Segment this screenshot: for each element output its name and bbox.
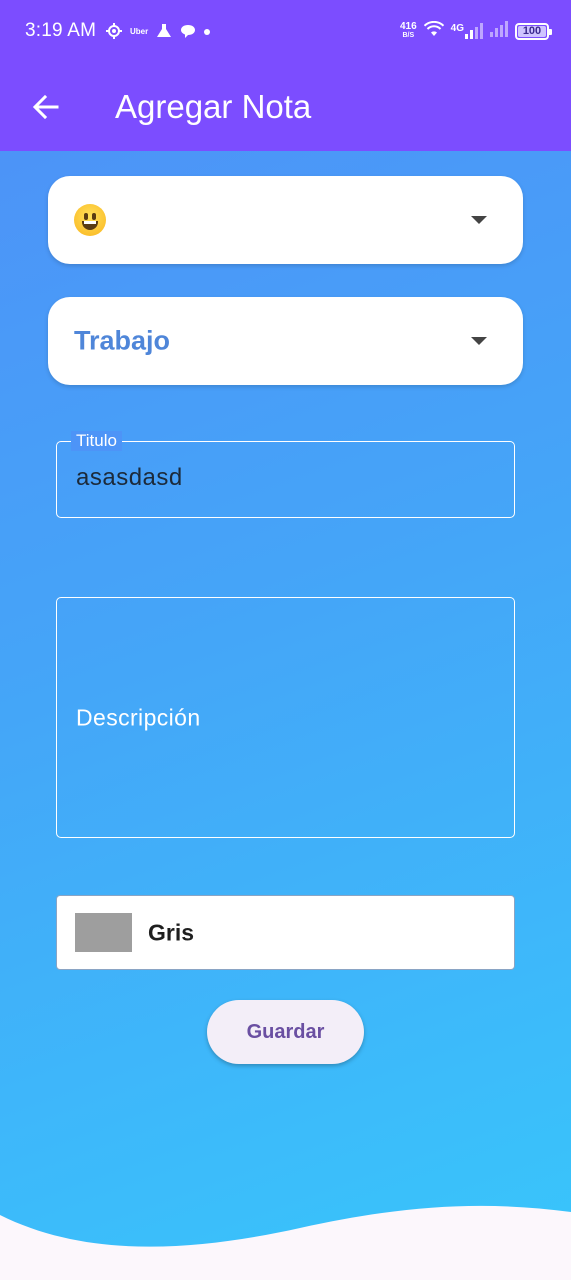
dropdown-caret-icon bbox=[471, 337, 487, 345]
cell-signal-icon: 4G bbox=[451, 23, 483, 39]
arrow-left-icon bbox=[32, 94, 59, 120]
dropdown-caret-icon bbox=[471, 216, 487, 224]
battery-icon: 100 bbox=[515, 22, 552, 40]
back-button[interactable] bbox=[22, 84, 68, 130]
network-speed-unit: B/S bbox=[402, 32, 415, 39]
gear-icon bbox=[106, 23, 122, 41]
category-dropdown[interactable]: Trabajo bbox=[48, 297, 523, 385]
status-time: 3:19 AM bbox=[25, 20, 97, 41]
uber-icon: Uber bbox=[130, 27, 149, 36]
status-bar: 3:19 AM Uber 416 B/S 4G 100 bbox=[0, 0, 571, 64]
title-field-label: Titulo bbox=[71, 431, 122, 451]
title-field[interactable]: Titulo asasdasd bbox=[56, 431, 515, 518]
network-speed-value: 416 bbox=[399, 21, 417, 32]
cell-signal-2-icon bbox=[490, 20, 508, 42]
app-header: 3:19 AM Uber 416 B/S 4G 100 Agregar Nota bbox=[0, 0, 571, 151]
network-type-label: 4G bbox=[450, 23, 464, 34]
color-swatch bbox=[75, 913, 132, 952]
wifi-icon bbox=[423, 20, 444, 42]
flask-icon bbox=[156, 23, 172, 41]
notification-icons: Uber bbox=[106, 22, 211, 42]
app-bar: Agregar Nota bbox=[0, 64, 571, 151]
dot-icon bbox=[204, 29, 211, 35]
bottom-wave-decoration bbox=[0, 1205, 571, 1280]
save-button[interactable]: Guardar bbox=[207, 1000, 364, 1064]
page-title: Agregar Nota bbox=[115, 88, 312, 125]
grinning-face-emoji-icon bbox=[74, 204, 106, 236]
title-field-value[interactable]: asasdasd bbox=[76, 464, 183, 492]
description-field[interactable]: Descripción bbox=[56, 597, 515, 838]
color-select[interactable]: Gris bbox=[56, 895, 515, 970]
network-speed: 416 B/S bbox=[400, 22, 417, 40]
description-placeholder: Descripción bbox=[76, 704, 201, 730]
chat-bubble-icon bbox=[180, 23, 196, 41]
battery-level: 100 bbox=[522, 25, 542, 37]
emoji-dropdown-value bbox=[74, 204, 106, 236]
emoji-dropdown[interactable] bbox=[48, 176, 523, 264]
system-icons: 416 B/S 4G 100 bbox=[400, 18, 552, 44]
category-dropdown-value: Trabajo bbox=[74, 325, 171, 356]
color-select-label: Gris bbox=[148, 919, 195, 945]
